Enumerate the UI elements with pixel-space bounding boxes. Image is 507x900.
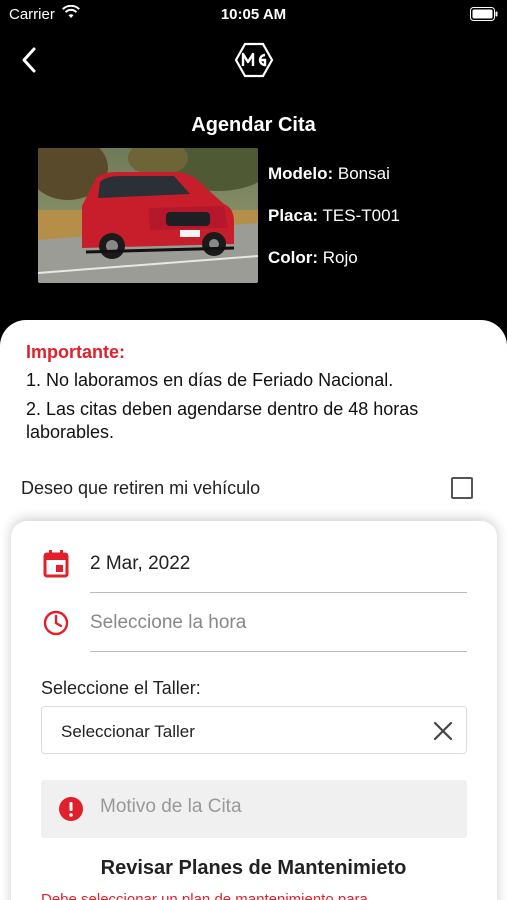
notice-item: 1. No laboramos en días de Feriado Nacio… xyxy=(26,370,394,390)
plate-label: Placa: xyxy=(268,206,319,225)
taller-select-value: Seleccionar Taller xyxy=(61,722,195,741)
date-field[interactable]: 2 Mar, 2022 xyxy=(90,553,190,575)
clock-time: 10:05 AM xyxy=(220,6,287,23)
model-value: Bonsai xyxy=(337,164,390,183)
pickup-checkbox[interactable] xyxy=(451,477,473,499)
motivo-input[interactable]: Motivo de la Cita xyxy=(41,780,467,838)
plate-value: TES-T001 xyxy=(322,206,400,225)
taller-label: Seleccione el Taller: xyxy=(41,678,201,698)
motivo-placeholder: Motivo de la Cita xyxy=(100,796,242,817)
vehicle-info: Modelo: Bonsai Placa: TES-T001 Color: Ro… xyxy=(268,160,400,286)
color-label: Color: xyxy=(268,248,319,267)
color-value: Rojo xyxy=(322,248,358,267)
important-title: Importante: xyxy=(26,342,125,362)
time-underline xyxy=(90,651,467,652)
time-field[interactable]: Seleccione la hora xyxy=(90,612,246,634)
model-label: Modelo: xyxy=(268,164,334,183)
info-icon xyxy=(58,796,84,827)
clock-icon[interactable] xyxy=(43,610,69,641)
vehicle-color-row: Color: Rojo xyxy=(268,244,400,286)
car-image xyxy=(38,148,258,283)
close-icon[interactable] xyxy=(432,720,454,747)
back-icon[interactable] xyxy=(16,44,44,76)
vehicle-plate-row: Placa: TES-T001 xyxy=(268,202,400,244)
plans-error-text: Debe seleccionar un plan de mantenimient… xyxy=(41,891,368,900)
page-title: Agendar Cita xyxy=(191,114,316,136)
vehicle-model-row: Modelo: Bonsai xyxy=(268,160,400,202)
plans-title[interactable]: Revisar Planes de Mantenimieto xyxy=(0,857,507,880)
notice-item: 2. Las citas deben agendarse dentro de 4… xyxy=(26,399,419,442)
taller-select[interactable]: Seleccionar Taller xyxy=(41,706,467,754)
battery-icon xyxy=(470,7,498,25)
mg-logo xyxy=(234,42,274,78)
date-underline xyxy=(90,592,467,593)
status-bar: Carrier 10:05 AM xyxy=(0,0,507,30)
pickup-label: Deseo que retiren mi vehículo xyxy=(21,478,261,498)
calendar-icon[interactable] xyxy=(43,550,69,583)
